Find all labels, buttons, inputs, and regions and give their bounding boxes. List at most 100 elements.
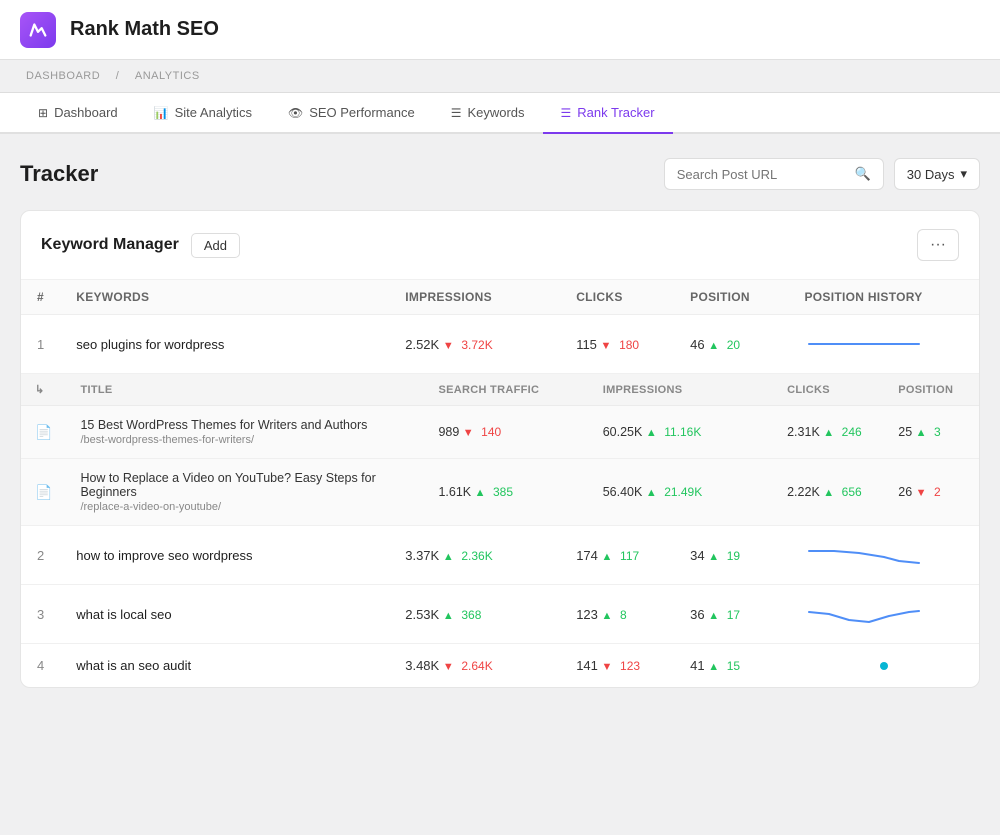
breadcrumb: DASHBOARD / ANALYTICS: [0, 60, 1000, 93]
table-row: 4 what is an seo audit 3.48K ▼ 2.64K 141…: [21, 644, 979, 688]
impressions-cell: 3.37K ▲ 2.36K: [389, 526, 560, 585]
clicks-cell: 174 ▲ 117: [560, 526, 674, 585]
sub-row-position: 25 ▲ 3: [884, 406, 979, 459]
up-arrow: ▲: [708, 610, 719, 622]
sub-col-title: Title: [66, 374, 424, 406]
search-input[interactable]: [677, 167, 847, 182]
days-label: 30 Days: [907, 167, 955, 182]
sub-row-traffic: 989 ▼ 140: [424, 406, 588, 459]
down-arrow: ▼: [443, 340, 454, 352]
search-icon: 🔍: [855, 166, 871, 182]
down-arrow: ▼: [463, 427, 474, 439]
down-arrow: ▼: [601, 340, 612, 352]
col-header-impressions: Impressions: [389, 280, 560, 315]
sub-row-title-cell: How to Replace a Video on YouTube? Easy …: [66, 459, 424, 526]
tab-keywords[interactable]: ☰ Keywords: [433, 93, 543, 134]
tabs-bar: ⊞ Dashboard 📊 Site Analytics 👁 SEO Perfo…: [0, 93, 1000, 134]
keywords-icon: ☰: [451, 106, 462, 120]
row-num: 1: [21, 315, 60, 374]
sub-header-row: ↳ Title Search Traffic Impressions Click…: [21, 374, 979, 406]
col-header-history: Position History: [788, 280, 979, 315]
card-header: Keyword Manager Add ···: [21, 211, 979, 280]
row-num: 4: [21, 644, 60, 688]
up-arrow: ▲: [475, 487, 486, 499]
sub-row-impressions: 56.40K ▲ 21.49K: [589, 459, 773, 526]
sub-row-title-cell: 15 Best WordPress Themes for Writers and…: [66, 406, 424, 459]
days-select[interactable]: 30 Days ▾: [894, 158, 980, 190]
add-button[interactable]: Add: [191, 233, 240, 258]
up-arrow: ▲: [646, 427, 657, 439]
app-header: Rank Math SEO: [0, 0, 1000, 60]
up-arrow: ▲: [602, 551, 613, 563]
clicks-cell: 115 ▼ 180: [560, 315, 674, 374]
page-title: Tracker: [20, 161, 98, 187]
seo-performance-icon: 👁: [288, 106, 303, 120]
col-header-position: Position: [674, 280, 788, 315]
tab-rank-tracker[interactable]: ☰ Rank Tracker: [543, 93, 673, 134]
doc-icon: 📄: [35, 424, 52, 440]
sub-row-position: 26 ▼ 2: [884, 459, 979, 526]
post-url: /best-wordpress-themes-for-writers/: [80, 434, 410, 446]
impressions-cell: 3.48K ▼ 2.64K: [389, 644, 560, 688]
position-cell: 41 ▲ 15: [674, 644, 788, 688]
position-dot: [804, 662, 963, 670]
search-box[interactable]: 🔍: [664, 158, 884, 190]
keyword-cell: how to improve seo wordpress: [60, 526, 389, 585]
keyword-cell: what is an seo audit: [60, 644, 389, 688]
history-cell: [788, 585, 979, 644]
col-header-keywords: Keywords: [60, 280, 389, 315]
up-arrow: ▲: [443, 551, 454, 563]
col-header-clicks: Clicks: [560, 280, 674, 315]
mini-chart: [804, 599, 963, 629]
app-title: Rank Math SEO: [70, 18, 219, 41]
app-logo: [20, 12, 56, 48]
keyword-manager-card: Keyword Manager Add ··· # Keywords Impre…: [20, 210, 980, 688]
chevron-down-icon: ▾: [960, 166, 967, 182]
tab-dashboard[interactable]: ⊞ Dashboard: [20, 93, 136, 134]
history-cell: [788, 644, 979, 688]
sub-col-clicks: Clicks: [773, 374, 884, 406]
keywords-table: # Keywords Impressions Clicks Position P…: [21, 280, 979, 687]
post-url: /replace-a-video-on-youtube/: [80, 501, 410, 513]
row-num: 2: [21, 526, 60, 585]
sub-row: 📄 How to Replace a Video on YouTube? Eas…: [21, 459, 979, 526]
tab-seo-performance[interactable]: 👁 SEO Performance: [270, 93, 433, 134]
clicks-cell: 123 ▲ 8: [560, 585, 674, 644]
post-title: How to Replace a Video on YouTube? Easy …: [80, 471, 410, 499]
table-header-row: # Keywords Impressions Clicks Position P…: [21, 280, 979, 315]
dashboard-icon: ⊞: [38, 106, 48, 120]
history-cell: [788, 526, 979, 585]
sub-table: ↳ Title Search Traffic Impressions Click…: [21, 374, 979, 525]
sub-row-impressions: 60.25K ▲ 11.16K: [589, 406, 773, 459]
position-cell: 34 ▲ 19: [674, 526, 788, 585]
sub-row-icon: 📄: [21, 406, 66, 459]
card-title-area: Keyword Manager Add: [41, 233, 240, 258]
up-arrow: ▲: [708, 551, 719, 563]
up-arrow: ▲: [823, 487, 834, 499]
up-arrow: ▲: [443, 610, 454, 622]
more-button[interactable]: ···: [917, 229, 959, 261]
sub-col-icon: ↳: [21, 374, 66, 406]
tab-site-analytics[interactable]: 📊 Site Analytics: [136, 93, 270, 134]
up-arrow: ▲: [823, 427, 834, 439]
sub-row-clicks: 2.22K ▲ 656: [773, 459, 884, 526]
down-arrow: ▼: [916, 487, 927, 499]
row-num: 3: [21, 585, 60, 644]
table-row: 3 what is local seo 2.53K ▲ 368 123 ▲ 8 …: [21, 585, 979, 644]
position-cell: 36 ▲ 17: [674, 585, 788, 644]
breadcrumb-dashboard[interactable]: DASHBOARD: [26, 70, 100, 82]
sub-table-row: ↳ Title Search Traffic Impressions Click…: [21, 374, 979, 526]
sub-col-impressions: Impressions: [589, 374, 773, 406]
sub-row-icon: 📄: [21, 459, 66, 526]
rank-tracker-icon: ☰: [561, 106, 572, 120]
down-arrow: ▼: [602, 661, 613, 673]
up-arrow: ▲: [646, 487, 657, 499]
header-controls: 🔍 30 Days ▾: [664, 158, 980, 190]
up-arrow: ▲: [708, 661, 719, 673]
mini-chart: [804, 329, 963, 359]
sub-row-clicks: 2.31K ▲ 246: [773, 406, 884, 459]
position-cell: 46 ▲ 20: [674, 315, 788, 374]
impressions-cell: 2.52K ▼ 3.72K: [389, 315, 560, 374]
site-analytics-icon: 📊: [154, 106, 169, 120]
sub-row: 📄 15 Best WordPress Themes for Writers a…: [21, 406, 979, 459]
